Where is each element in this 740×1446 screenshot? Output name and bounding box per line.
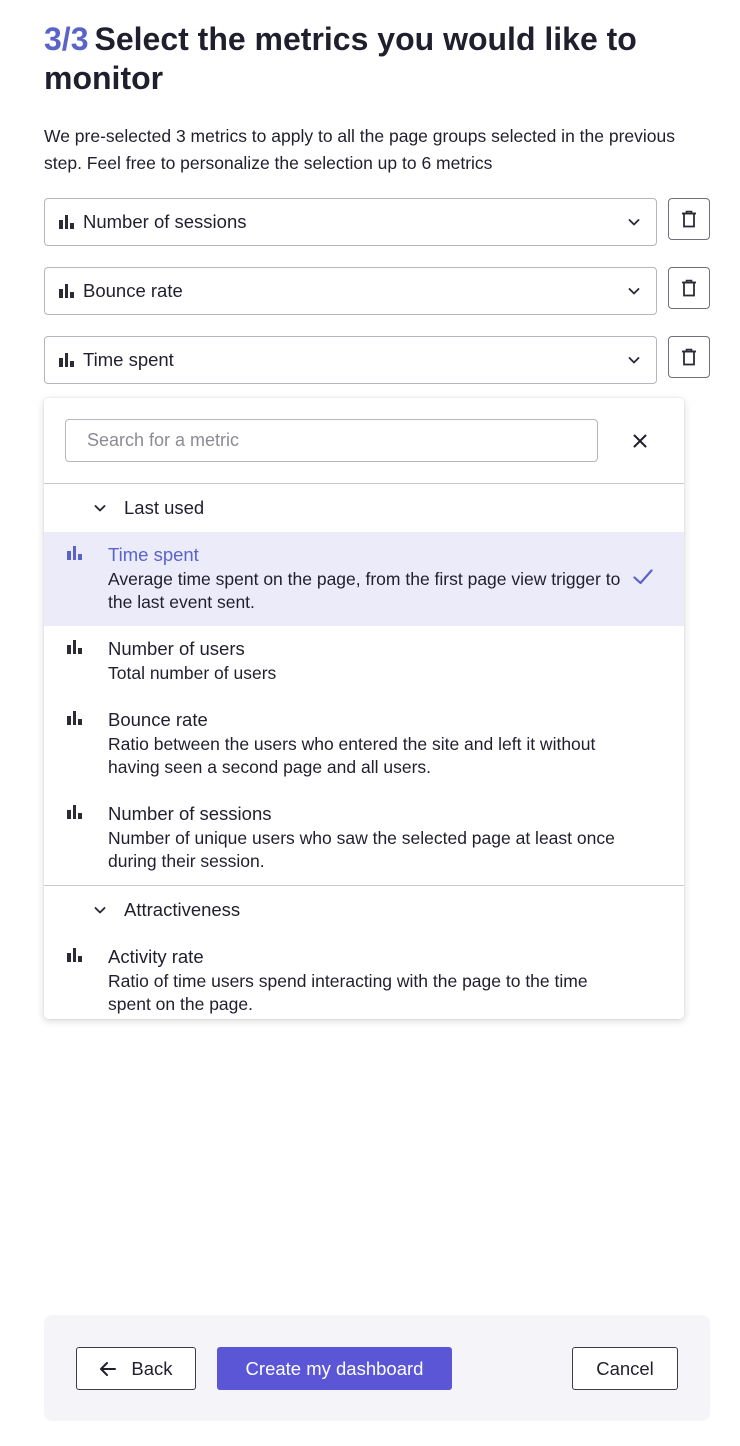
option-title: Activity rate — [108, 946, 204, 967]
trash-icon — [682, 348, 696, 366]
page-title-text: Select the metrics you would like to mon… — [44, 21, 637, 96]
bar-chart-icon — [59, 284, 75, 298]
delete-metric-button-2[interactable] — [668, 267, 710, 309]
divider — [44, 885, 684, 886]
search-input[interactable] — [87, 430, 597, 451]
chevron-down-icon — [628, 288, 640, 295]
bar-chart-icon — [67, 711, 83, 725]
metric-dropdown: Last used Time spent Average time spent … — [44, 398, 684, 1019]
arrow-left-icon — [100, 1361, 117, 1376]
option-title: Time spent — [108, 544, 199, 565]
search-field — [65, 419, 598, 462]
option-description: Ratio between the users who entered the … — [108, 734, 596, 777]
delete-metric-button-3[interactable] — [668, 336, 710, 378]
group-label: Attractiveness — [124, 899, 241, 920]
bar-chart-icon — [59, 215, 75, 229]
option-title: Number of sessions — [108, 803, 272, 824]
metric-select-label: Number of sessions — [83, 211, 247, 232]
option-description: Total number of users — [108, 663, 277, 683]
metric-option-time-spent[interactable]: Time spent Average time spent on the pag… — [44, 532, 684, 626]
step-indicator: 3/3 — [44, 21, 89, 57]
metric-row-1: Number of sessions — [44, 198, 710, 246]
metric-row-2: Bounce rate — [44, 267, 710, 315]
trash-icon — [682, 210, 696, 228]
metric-select-3[interactable]: Time spent — [44, 336, 657, 384]
back-button-label: Back — [131, 1357, 173, 1379]
chevron-down-icon — [94, 505, 106, 512]
chevron-down-icon — [628, 219, 640, 226]
page-title: 3/3 Select the metrics you would like to … — [44, 20, 704, 98]
chevron-down-icon — [94, 907, 106, 914]
divider — [44, 483, 684, 484]
intro-text: We pre-selected 3 metrics to apply to al… — [44, 126, 675, 173]
metric-option-number-of-users[interactable]: Number of users Total number of users — [44, 626, 684, 697]
bar-chart-icon — [67, 546, 83, 560]
metric-option-activity-rate[interactable]: Activity rate Ratio of time users spend … — [44, 934, 684, 1019]
option-description: Number of unique users who saw the selec… — [108, 828, 615, 871]
bar-chart-icon — [67, 640, 83, 654]
chevron-down-icon — [628, 357, 640, 364]
option-description: Average time spent on the page, from the… — [108, 569, 621, 612]
group-label: Last used — [124, 497, 205, 518]
group-header-last-used[interactable]: Last used — [44, 485, 684, 531]
option-title: Number of users — [108, 638, 245, 659]
trash-icon — [682, 279, 696, 297]
footer-actions: Back Create my dashboard Cancel — [44, 1315, 710, 1421]
check-icon — [633, 569, 653, 585]
bar-chart-icon — [67, 948, 83, 962]
metric-row-3: Time spent — [44, 336, 710, 384]
metric-select-1[interactable]: Number of sessions — [44, 198, 657, 246]
delete-metric-button-1[interactable] — [668, 198, 710, 240]
metric-option-number-of-sessions[interactable]: Number of sessions Number of unique user… — [44, 791, 684, 885]
option-title: Bounce rate — [108, 709, 208, 730]
metric-select-label: Time spent — [83, 349, 174, 370]
metric-select-label: Bounce rate — [83, 280, 183, 301]
create-dashboard-button[interactable]: Create my dashboard — [217, 1347, 452, 1390]
cancel-button[interactable]: Cancel — [572, 1347, 678, 1390]
back-button[interactable]: Back — [76, 1347, 196, 1390]
metric-option-bounce-rate[interactable]: Bounce rate Ratio between the users who … — [44, 697, 684, 791]
close-dropdown-button[interactable] — [628, 429, 652, 453]
close-icon — [633, 434, 647, 448]
group-header-attractiveness[interactable]: Attractiveness — [44, 887, 684, 933]
metric-select-2[interactable]: Bounce rate — [44, 267, 657, 315]
bar-chart-icon — [59, 353, 75, 367]
option-description: Ratio of time users spend interacting wi… — [108, 971, 588, 1014]
bar-chart-icon — [67, 805, 83, 819]
